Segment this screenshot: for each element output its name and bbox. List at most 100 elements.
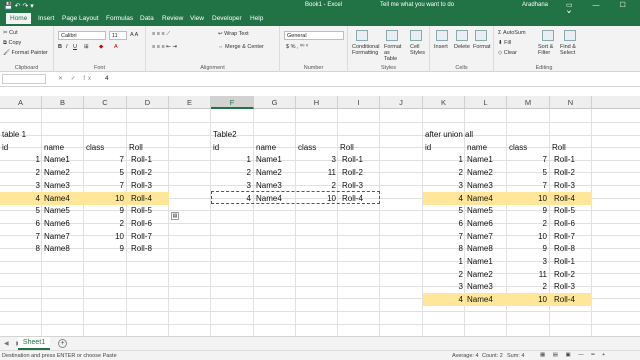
- underline-icon[interactable]: U: [73, 44, 77, 50]
- format-as-table-button[interactable]: Format as Table: [384, 44, 404, 62]
- t1-cell-name[interactable]: Name1: [44, 153, 84, 166]
- sheet-tab[interactable]: Sheet1: [18, 337, 50, 350]
- column-header-d[interactable]: D: [127, 96, 169, 109]
- t3-cell-class[interactable]: 10: [507, 293, 547, 306]
- column-header-k[interactable]: K: [423, 96, 465, 109]
- column-header-i[interactable]: I: [338, 96, 380, 109]
- t3-cell-name[interactable]: Name4: [467, 293, 507, 306]
- t3-cell-class[interactable]: 7: [507, 179, 547, 192]
- column-header-a[interactable]: A: [0, 96, 42, 109]
- t2-cell-name[interactable]: Name1: [256, 153, 296, 166]
- t3-cell-id[interactable]: 4: [423, 293, 463, 306]
- t3-cell-name[interactable]: Name3: [467, 179, 507, 192]
- t1-cell-roll[interactable]: Roll-2: [131, 166, 171, 179]
- add-sheet-icon[interactable]: +: [58, 339, 67, 348]
- t1-cell-class[interactable]: 5: [84, 166, 124, 179]
- t2-cell-name[interactable]: Name2: [256, 166, 296, 179]
- t3-cell-roll[interactable]: Roll-1: [554, 255, 594, 268]
- bold-icon[interactable]: B: [58, 44, 62, 50]
- t3-cell-name[interactable]: Name3: [467, 280, 507, 293]
- column-header-l[interactable]: L: [465, 96, 507, 109]
- align-left-icons[interactable]: ≡ ≡ ≡ ⇤ ⇥: [152, 44, 177, 50]
- autosum-button[interactable]: Σ AutoSum: [498, 30, 526, 36]
- t3-cell-roll[interactable]: Roll-2: [554, 166, 594, 179]
- sort-filter-icon[interactable]: [542, 30, 554, 41]
- t1-title[interactable]: table 1: [2, 128, 82, 141]
- t2-cell-roll[interactable]: Roll-2: [342, 166, 382, 179]
- column-header-n[interactable]: N: [550, 96, 592, 109]
- tell-me-search[interactable]: Tell me what you want to do: [380, 2, 454, 8]
- t3-cell-id[interactable]: 2: [423, 166, 463, 179]
- number-format-icons[interactable]: $ % , ⁰⁰ ⁰: [286, 44, 308, 50]
- find-select-icon[interactable]: [564, 30, 576, 41]
- t1-cell-id[interactable]: 3: [0, 179, 40, 192]
- t2-cell-class[interactable]: 3: [296, 153, 336, 166]
- column-header-f[interactable]: F: [211, 96, 254, 109]
- t1-cell-roll[interactable]: Roll-8: [131, 242, 171, 255]
- insert-cells-icon[interactable]: [436, 30, 448, 41]
- t2-cell-class[interactable]: 11: [296, 166, 336, 179]
- column-header-b[interactable]: B: [42, 96, 84, 109]
- t1-cell-class[interactable]: 7: [84, 153, 124, 166]
- format-as-table-icon[interactable]: [386, 30, 398, 41]
- t3-cell-id[interactable]: 3: [423, 179, 463, 192]
- tab-view[interactable]: View: [190, 15, 204, 22]
- t2-cell-roll[interactable]: Roll-1: [342, 153, 382, 166]
- t3-cell-name[interactable]: Name2: [467, 166, 507, 179]
- t1-cell-roll[interactable]: Roll-6: [131, 217, 171, 230]
- fill-color-icon[interactable]: ◆: [99, 44, 103, 50]
- t1-cell-class[interactable]: 7: [84, 179, 124, 192]
- format-cells-button[interactable]: Format: [473, 44, 490, 50]
- cell-styles-icon[interactable]: [410, 30, 422, 41]
- font-size-box[interactable]: 11: [109, 31, 127, 40]
- conditional-formatting-button[interactable]: Conditional Formatting: [352, 44, 380, 56]
- formula-buttons[interactable]: ✕ ✓ fx: [58, 75, 94, 82]
- number-format-box[interactable]: General: [284, 31, 344, 40]
- fill-button[interactable]: ⬇ Fill: [498, 40, 511, 46]
- t3-cell-roll[interactable]: Roll-3: [554, 280, 594, 293]
- t1-cell-name[interactable]: Name2: [44, 166, 84, 179]
- column-header-j[interactable]: J: [380, 96, 423, 109]
- sort-filter-button[interactable]: Sort & Filter: [538, 44, 558, 56]
- tab-page-layout[interactable]: Page Layout: [62, 15, 99, 22]
- t1-cell-class[interactable]: 9: [84, 204, 124, 217]
- t3-cell-class[interactable]: 7: [507, 153, 547, 166]
- t3-cell-class[interactable]: 3: [507, 255, 547, 268]
- t1-cell-name[interactable]: Name3: [44, 179, 84, 192]
- format-cells-icon[interactable]: [475, 30, 487, 41]
- t3-cell-roll[interactable]: Roll-8: [554, 242, 594, 255]
- column-header-c[interactable]: C: [84, 96, 127, 109]
- find-select-button[interactable]: Find & Select: [560, 44, 582, 56]
- clear-button[interactable]: ◇ Clear: [498, 50, 517, 56]
- t1-cell-roll[interactable]: Roll-1: [131, 153, 171, 166]
- t1-cell-class[interactable]: 2: [84, 217, 124, 230]
- t3-cell-roll[interactable]: Roll-6: [554, 217, 594, 230]
- t1-cell-id[interactable]: 2: [0, 166, 40, 179]
- t3-cell-id[interactable]: 8: [423, 242, 463, 255]
- column-header-h[interactable]: H: [296, 96, 338, 109]
- t2-title[interactable]: Table2: [213, 128, 293, 141]
- tab-formulas[interactable]: Formulas: [106, 15, 133, 22]
- t1-cell-class[interactable]: 9: [84, 242, 124, 255]
- name-box[interactable]: [2, 74, 46, 84]
- tab-home[interactable]: Home: [6, 13, 32, 26]
- t1-cell-name[interactable]: Name5: [44, 204, 84, 217]
- tab-help[interactable]: Help: [250, 15, 263, 22]
- formula-input[interactable]: 4: [105, 75, 109, 82]
- t3-cell-roll[interactable]: Roll-3: [554, 179, 594, 192]
- column-header-g[interactable]: G: [254, 96, 296, 109]
- t1-cell-roll[interactable]: Roll-5: [131, 204, 171, 217]
- t1-cell-id[interactable]: 6: [0, 217, 40, 230]
- align-top-icons[interactable]: ≡ ≡ ≡ ⟋: [152, 31, 170, 38]
- tab-review[interactable]: Review: [162, 15, 183, 22]
- t2-cell-id[interactable]: 2: [211, 166, 251, 179]
- tab-data[interactable]: Data: [140, 15, 154, 22]
- t1-cell-name[interactable]: Name6: [44, 217, 84, 230]
- t2-cell-id[interactable]: 1: [211, 153, 251, 166]
- t3-cell-roll[interactable]: Roll-5: [554, 204, 594, 217]
- t3-cell-id[interactable]: 3: [423, 280, 463, 293]
- t3-cell-class[interactable]: 5: [507, 166, 547, 179]
- t3-cell-roll[interactable]: Roll-1: [554, 153, 594, 166]
- view-zoom-icons[interactable]: ▦ ▤ ▣ — ━ +: [540, 352, 608, 358]
- italic-icon[interactable]: I: [66, 44, 68, 50]
